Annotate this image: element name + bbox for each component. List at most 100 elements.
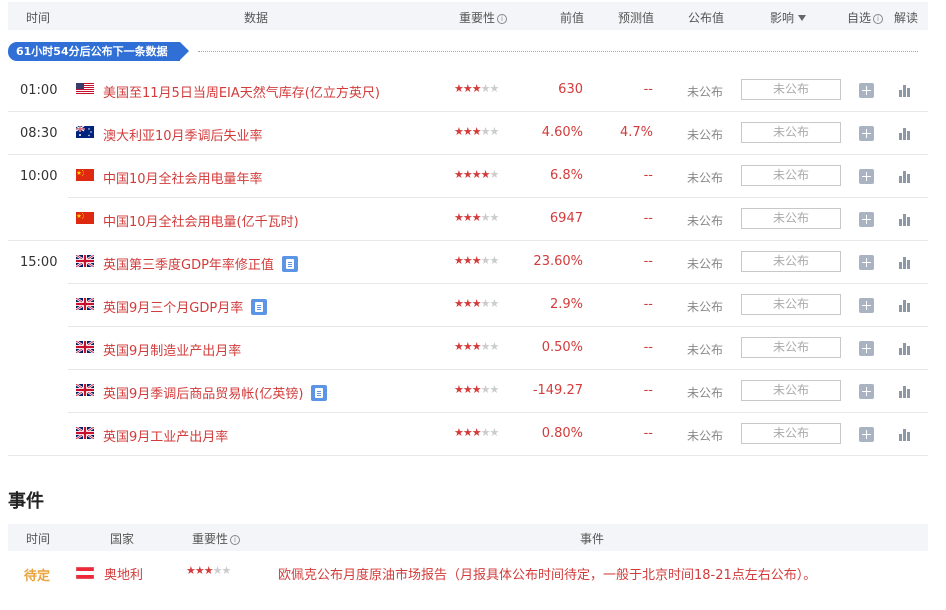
- header-importance: 重要性 i: [459, 9, 508, 26]
- forecast-value: --: [643, 254, 653, 269]
- add-watchlist-button[interactable]: [859, 212, 874, 227]
- table-row[interactable]: 英国9月三个月GDP月率 ★★★★★ 2.9% -- 未公布 未公布: [0, 284, 946, 327]
- forecast-value: --: [643, 426, 653, 441]
- table-row[interactable]: 10:00 中国10月全社会用电量年率 ★★★★★ 6.8% -- 未公布 未公…: [0, 155, 946, 198]
- release-time: 01:00: [20, 83, 58, 98]
- data-table-header: 时间 数据 重要性 i 前值 预测值 公布值 影响 自选 i 解读: [8, 2, 928, 30]
- impact-box: 未公布: [741, 294, 841, 315]
- add-watchlist-button[interactable]: [859, 83, 874, 98]
- published-value: 未公布: [687, 429, 724, 443]
- previous-value: 2.9%: [549, 297, 583, 312]
- impact-box: 未公布: [741, 79, 841, 100]
- header-forecast: 预测值: [618, 11, 655, 25]
- header-data: 数据: [244, 11, 269, 25]
- published-value: 未公布: [687, 343, 724, 357]
- event-row[interactable]: 待定 奥地利 ★★★★★ 欧佩克公布月度原油市场报告（月报具体公布时间待定，一般…: [8, 558, 928, 588]
- forecast-value: --: [643, 297, 653, 312]
- importance-stars: ★★★★★: [454, 340, 499, 353]
- published-value: 未公布: [687, 128, 724, 142]
- table-row[interactable]: 英国9月工业产出月率 ★★★★★ 0.80% -- 未公布 未公布: [0, 413, 946, 456]
- report-doc-icon[interactable]: [311, 385, 328, 401]
- info-icon[interactable]: i: [873, 14, 884, 24]
- country-flag-icon: [76, 255, 94, 267]
- table-row[interactable]: 01:00 美国至11月5日当周EIA天然气库存(亿立方英尺) ★★★★★ 63…: [0, 69, 946, 112]
- indicator-name[interactable]: 英国9月制造业产出月率: [103, 340, 241, 359]
- country-flag-icon: [76, 169, 94, 181]
- impact-box: 未公布: [741, 380, 841, 401]
- indicator-name[interactable]: 英国9月三个月GDP月率: [103, 297, 268, 316]
- chart-bars-icon[interactable]: [898, 341, 912, 355]
- event-description[interactable]: 欧佩克公布月度原油市场报告（月报具体公布时间待定，一般于北京时间18-21点左右…: [278, 564, 816, 583]
- sort-down-icon: [798, 15, 807, 21]
- importance-stars: ★★★★★: [454, 125, 499, 138]
- published-value: 未公布: [687, 386, 724, 400]
- info-icon[interactable]: i: [497, 14, 508, 24]
- add-watchlist-button[interactable]: [859, 427, 874, 442]
- previous-value: 0.80%: [541, 426, 583, 441]
- chart-bars-icon[interactable]: [898, 255, 912, 269]
- country-flag-icon: [76, 212, 94, 224]
- previous-value: 6.8%: [549, 168, 583, 183]
- indicator-name[interactable]: 澳大利亚10月季调后失业率: [103, 125, 263, 144]
- indicator-name[interactable]: 中国10月全社会用电量(亿千瓦时): [103, 211, 299, 230]
- countdown-divider: [198, 51, 918, 52]
- table-row[interactable]: 英国9月季调后商品贸易帐(亿英镑) ★★★★★ -149.27 -- 未公布 未…: [0, 370, 946, 413]
- chart-bars-icon[interactable]: [898, 384, 912, 398]
- country-flag-icon: [76, 298, 94, 310]
- previous-value: 23.60%: [533, 254, 583, 269]
- add-watchlist-button[interactable]: [859, 255, 874, 270]
- importance-stars: ★★★★★: [454, 297, 499, 310]
- row-divider: [8, 455, 928, 456]
- importance-stars: ★★★★★: [454, 254, 499, 267]
- importance-stars: ★★★★★: [454, 383, 499, 396]
- chart-bars-icon[interactable]: [898, 83, 912, 97]
- importance-stars: ★★★★★: [454, 168, 499, 181]
- chart-bars-icon[interactable]: [898, 298, 912, 312]
- add-watchlist-button[interactable]: [859, 169, 874, 184]
- add-watchlist-button[interactable]: [859, 126, 874, 141]
- country-flag-icon: [76, 341, 94, 353]
- report-doc-icon[interactable]: [251, 299, 268, 315]
- release-time: 08:30: [20, 126, 58, 141]
- published-value: 未公布: [687, 257, 724, 271]
- indicator-name[interactable]: 英国9月工业产出月率: [103, 426, 228, 445]
- forecast-value: --: [643, 168, 653, 183]
- chart-bars-icon[interactable]: [898, 427, 912, 441]
- forecast-value: --: [643, 340, 653, 355]
- previous-value: 6947: [549, 211, 583, 226]
- previous-value: 4.60%: [541, 125, 583, 140]
- report-doc-icon[interactable]: [281, 256, 298, 272]
- add-watchlist-button[interactable]: [859, 341, 874, 356]
- chart-bars-icon[interactable]: [898, 212, 912, 226]
- header-impact-sort[interactable]: 影响: [770, 9, 807, 26]
- events-header-country: 国家: [110, 532, 135, 546]
- indicator-name[interactable]: 美国至11月5日当周EIA天然气库存(亿立方英尺): [103, 82, 380, 101]
- country-flag-icon: [76, 427, 94, 439]
- events-table-header: 时间 国家 重要性 i 事件: [8, 524, 928, 551]
- table-row[interactable]: 英国9月制造业产出月率 ★★★★★ 0.50% -- 未公布 未公布: [0, 327, 946, 370]
- country-flag-icon: [76, 384, 94, 396]
- table-row[interactable]: 15:00 英国第三季度GDP年率修正值 ★★★★★ 23.60% -- 未公布…: [0, 241, 946, 284]
- previous-value: 630: [558, 82, 583, 97]
- importance-stars: ★★★★★: [454, 211, 499, 224]
- importance-stars: ★★★★★: [186, 564, 231, 577]
- importance-stars: ★★★★★: [454, 82, 499, 95]
- header-time: 时间: [26, 11, 51, 25]
- indicator-name[interactable]: 中国10月全社会用电量年率: [103, 168, 263, 187]
- table-row[interactable]: 08:30 澳大利亚10月季调后失业率 ★★★★★ 4.60% 4.7% 未公布…: [0, 112, 946, 155]
- table-row[interactable]: 中国10月全社会用电量(亿千瓦时) ★★★★★ 6947 -- 未公布 未公布: [0, 198, 946, 241]
- events-header-importance: 重要性 i: [192, 530, 241, 547]
- chart-bars-icon[interactable]: [898, 169, 912, 183]
- release-time: 15:00: [20, 255, 58, 270]
- indicator-name[interactable]: 英国第三季度GDP年率修正值: [103, 254, 298, 273]
- chart-bars-icon[interactable]: [898, 126, 912, 140]
- event-country: 奥地利: [104, 568, 144, 583]
- forecast-value: 4.7%: [619, 125, 653, 140]
- add-watchlist-button[interactable]: [859, 298, 874, 313]
- release-time: 10:00: [20, 169, 58, 184]
- add-watchlist-button[interactable]: [859, 384, 874, 399]
- events-title: 事件: [8, 491, 44, 512]
- info-icon[interactable]: i: [230, 535, 241, 545]
- header-watchlist: 自选 i: [847, 9, 884, 26]
- indicator-name[interactable]: 英国9月季调后商品贸易帐(亿英镑): [103, 383, 328, 402]
